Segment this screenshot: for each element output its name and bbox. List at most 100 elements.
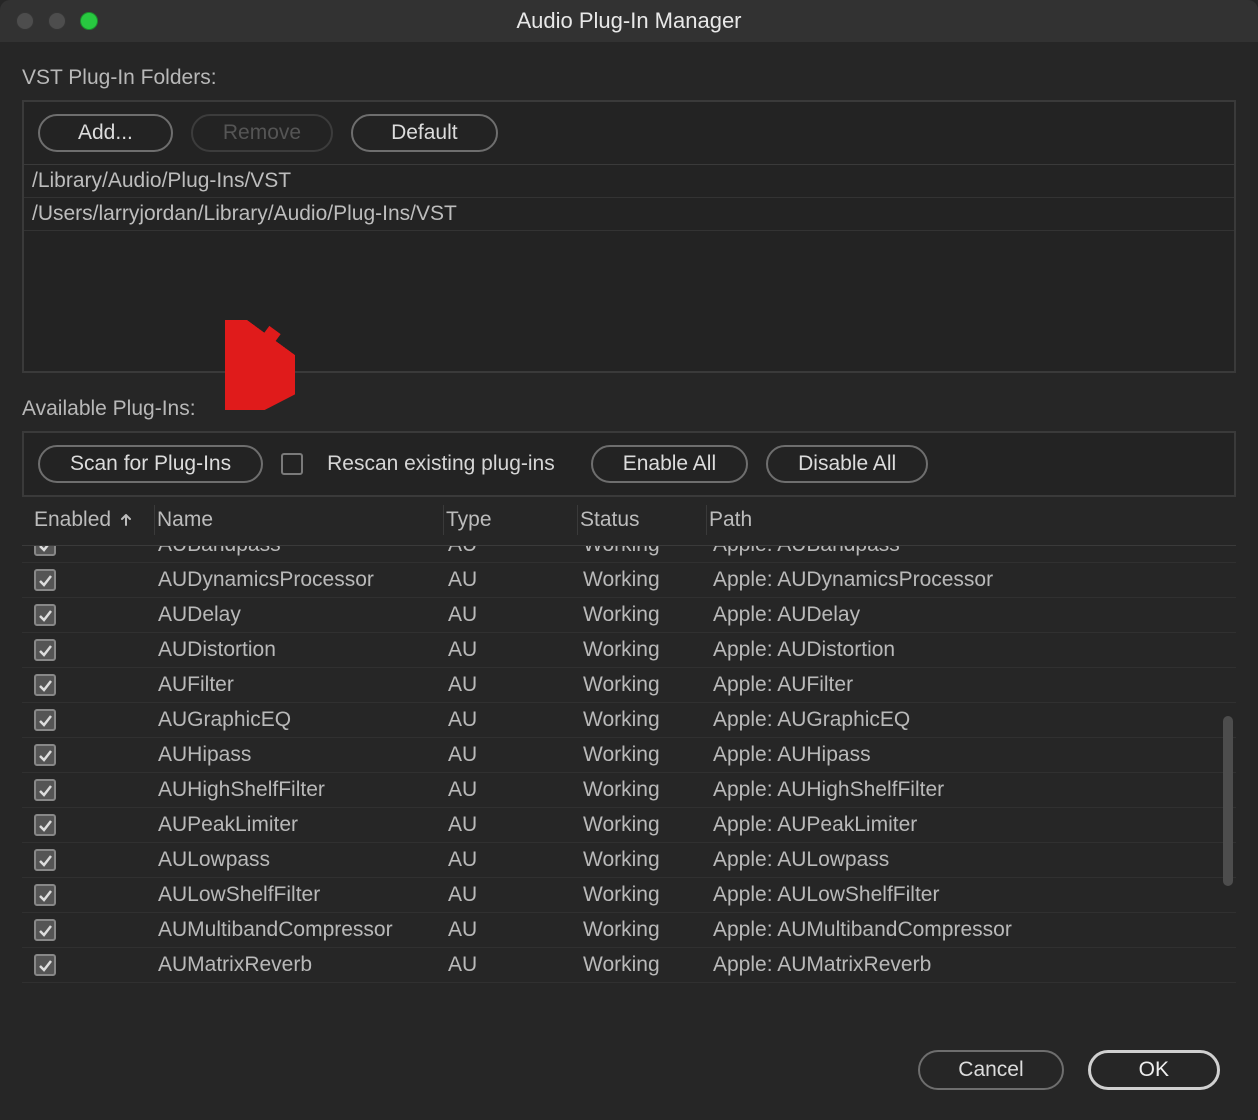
table-row[interactable]: AULowShelfFilterAUWorkingApple: AULowShe… bbox=[22, 878, 1236, 913]
cell-name: AUDelay bbox=[158, 603, 448, 627]
cell-type: AU bbox=[448, 883, 583, 907]
cell-status: Working bbox=[583, 568, 713, 592]
cell-type: AU bbox=[448, 918, 583, 942]
available-panel: Scan for Plug-Ins Rescan existing plug-i… bbox=[22, 431, 1236, 497]
cell-path: Apple: AULowpass bbox=[713, 848, 1236, 872]
sort-ascending-icon bbox=[119, 513, 133, 527]
col-path[interactable]: Path bbox=[709, 508, 1230, 532]
close-icon[interactable] bbox=[16, 12, 34, 30]
cell-status: Working bbox=[583, 918, 713, 942]
cell-status: Working bbox=[583, 708, 713, 732]
cell-status: Working bbox=[583, 883, 713, 907]
add-button[interactable]: Add... bbox=[38, 114, 173, 152]
enabled-checkbox[interactable] bbox=[34, 709, 56, 731]
cell-name: AUPeakLimiter bbox=[158, 813, 448, 837]
enabled-checkbox[interactable] bbox=[34, 569, 56, 591]
enabled-checkbox[interactable] bbox=[34, 744, 56, 766]
enabled-checkbox[interactable] bbox=[34, 604, 56, 626]
col-type[interactable]: Type bbox=[446, 508, 581, 532]
folders-list[interactable]: /Library/Audio/Plug-Ins/VST /Users/larry… bbox=[24, 164, 1234, 371]
cell-name: AUGraphicEQ bbox=[158, 708, 448, 732]
col-status[interactable]: Status bbox=[580, 508, 710, 532]
cell-enabled bbox=[28, 674, 158, 696]
cell-path: Apple: AUMatrixReverb bbox=[713, 953, 1236, 977]
ok-button[interactable]: OK bbox=[1088, 1050, 1220, 1090]
table-row[interactable]: AUFilterAUWorkingApple: AUFilter bbox=[22, 668, 1236, 703]
cell-path: Apple: AUPeakLimiter bbox=[713, 813, 1236, 837]
enabled-checkbox[interactable] bbox=[34, 919, 56, 941]
col-name[interactable]: Name bbox=[157, 508, 447, 532]
cell-name: AUMatrixReverb bbox=[158, 953, 448, 977]
available-buttons: Scan for Plug-Ins Rescan existing plug-i… bbox=[24, 433, 1234, 495]
default-button[interactable]: Default bbox=[351, 114, 498, 152]
col-enabled[interactable]: Enabled bbox=[28, 508, 158, 532]
table-row[interactable]: AUPeakLimiterAUWorkingApple: AUPeakLimit… bbox=[22, 808, 1236, 843]
cell-name: AUFilter bbox=[158, 673, 448, 697]
folder-item[interactable]: /Users/larryjordan/Library/Audio/Plug-In… bbox=[24, 198, 1234, 231]
cell-type: AU bbox=[448, 813, 583, 837]
scan-button[interactable]: Scan for Plug-Ins bbox=[38, 445, 263, 483]
enabled-checkbox[interactable] bbox=[34, 674, 56, 696]
cell-path: Apple: AUFilter bbox=[713, 673, 1236, 697]
cell-name: AUDynamicsProcessor bbox=[158, 568, 448, 592]
cell-type: AU bbox=[448, 568, 583, 592]
dialog-footer: Cancel OK bbox=[918, 1050, 1220, 1090]
table-row[interactable]: AUHipassAUWorkingApple: AUHipass bbox=[22, 738, 1236, 773]
folders-empty-area[interactable] bbox=[24, 231, 1234, 371]
table-row[interactable]: AUDistortionAUWorkingApple: AUDistortion bbox=[22, 633, 1236, 668]
cell-type: AU bbox=[448, 743, 583, 767]
cell-path: Apple: AUDistortion bbox=[713, 638, 1236, 662]
cell-status: Working bbox=[583, 603, 713, 627]
enabled-checkbox[interactable] bbox=[34, 814, 56, 836]
zoom-icon[interactable] bbox=[80, 12, 98, 30]
divider bbox=[154, 505, 155, 535]
enabled-checkbox[interactable] bbox=[34, 779, 56, 801]
window-title: Audio Plug-In Manager bbox=[0, 8, 1258, 34]
enabled-checkbox[interactable] bbox=[34, 954, 56, 976]
cell-path: Apple: AUMultibandCompressor bbox=[713, 918, 1236, 942]
cell-name: AULowpass bbox=[158, 848, 448, 872]
cell-enabled bbox=[28, 604, 158, 626]
enable-all-button[interactable]: Enable All bbox=[591, 445, 748, 483]
cell-name: AULowShelfFilter bbox=[158, 883, 448, 907]
table-row[interactable]: AULowpassAUWorkingApple: AULowpass bbox=[22, 843, 1236, 878]
divider bbox=[443, 505, 444, 535]
cell-path: Apple: AULowShelfFilter bbox=[713, 883, 1236, 907]
table-row[interactable]: AUDynamicsProcessorAUWorkingApple: AUDyn… bbox=[22, 563, 1236, 598]
cell-status: Working bbox=[583, 778, 713, 802]
table-row[interactable]: AUMultibandCompressorAUWorkingApple: AUM… bbox=[22, 913, 1236, 948]
cell-enabled bbox=[28, 954, 158, 976]
table-row[interactable]: AUGraphicEQAUWorkingApple: AUGraphicEQ bbox=[22, 703, 1236, 738]
cell-type: AU bbox=[448, 546, 583, 557]
cell-status: Working bbox=[583, 743, 713, 767]
minimize-icon[interactable] bbox=[48, 12, 66, 30]
table-row[interactable]: AUBandpassAUWorkingApple: AUBandpass bbox=[22, 546, 1236, 563]
cell-status: Working bbox=[583, 673, 713, 697]
cell-type: AU bbox=[448, 778, 583, 802]
divider bbox=[577, 505, 578, 535]
table-row[interactable]: AUHighShelfFilterAUWorkingApple: AUHighS… bbox=[22, 773, 1236, 808]
divider bbox=[706, 505, 707, 535]
table-row[interactable]: AUMatrixReverbAUWorkingApple: AUMatrixRe… bbox=[22, 948, 1236, 983]
table-body[interactable]: AUBandpassAUWorkingApple: AUBandpassAUDy… bbox=[22, 546, 1236, 1008]
enabled-checkbox[interactable] bbox=[34, 639, 56, 661]
cell-enabled bbox=[28, 546, 158, 556]
cell-enabled bbox=[28, 639, 158, 661]
enabled-checkbox[interactable] bbox=[34, 884, 56, 906]
cell-path: Apple: AUDelay bbox=[713, 603, 1236, 627]
disable-all-button[interactable]: Disable All bbox=[766, 445, 928, 483]
cell-type: AU bbox=[448, 673, 583, 697]
cell-status: Working bbox=[583, 546, 713, 557]
enabled-checkbox[interactable] bbox=[34, 546, 56, 556]
cell-enabled bbox=[28, 744, 158, 766]
cancel-button[interactable]: Cancel bbox=[918, 1050, 1063, 1090]
table-row[interactable]: AUDelayAUWorkingApple: AUDelay bbox=[22, 598, 1236, 633]
available-label: Available Plug-Ins: bbox=[22, 397, 1236, 421]
cell-type: AU bbox=[448, 708, 583, 732]
cell-path: Apple: AUDynamicsProcessor bbox=[713, 568, 1236, 592]
enabled-checkbox[interactable] bbox=[34, 849, 56, 871]
cell-name: AUMultibandCompressor bbox=[158, 918, 448, 942]
scrollbar-thumb[interactable] bbox=[1223, 716, 1233, 886]
folder-item[interactable]: /Library/Audio/Plug-Ins/VST bbox=[24, 165, 1234, 198]
rescan-checkbox[interactable] bbox=[281, 453, 303, 475]
